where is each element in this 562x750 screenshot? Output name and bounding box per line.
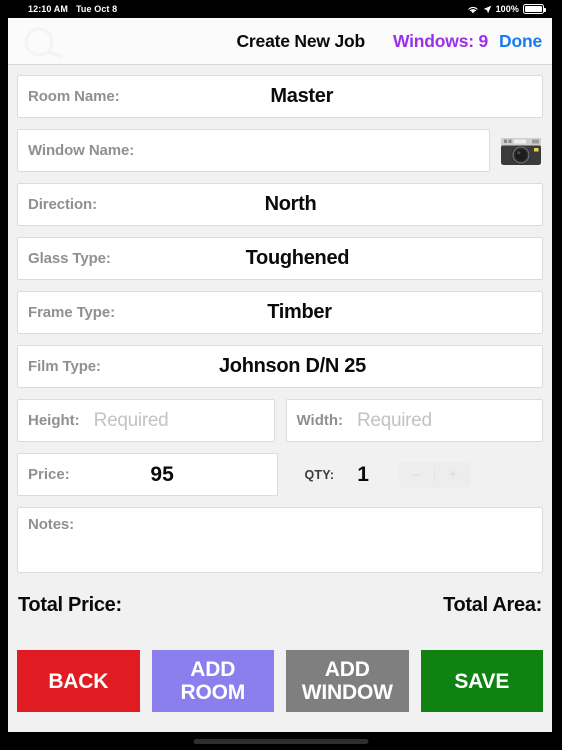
qty-label: QTY: <box>304 467 335 482</box>
status-bar-date: Tue Oct 8 <box>75 4 118 14</box>
film-type-value: Johnson D/N 25 <box>218 355 366 377</box>
width-field[interactable]: Width: Required <box>285 399 543 442</box>
status-bar-left: 12:10 AM Tue Oct 8 <box>28 4 117 14</box>
direction-value: North <box>264 193 317 215</box>
add-room-button-label-line1: ADD <box>190 658 236 681</box>
location-arrow-icon <box>483 5 492 14</box>
wifi-icon <box>467 5 479 14</box>
form-body: Room Name: Master Window Name: Direction… <box>8 65 552 624</box>
room-name-value: Master <box>270 85 334 107</box>
add-window-button[interactable]: ADD WINDOW <box>286 650 409 712</box>
qty-stepper[interactable]: – + <box>398 461 471 488</box>
price-field[interactable]: Price: 95 <box>17 453 278 496</box>
notes-label: Notes: <box>28 516 75 533</box>
room-name-field[interactable]: Room Name: Master <box>17 75 543 118</box>
add-window-button-label-line1: ADD <box>324 658 370 681</box>
window-name-label: Window Name: <box>28 142 135 159</box>
width-input[interactable]: Required <box>357 410 432 432</box>
total-area-label: Total Area: <box>443 593 542 616</box>
add-room-button-label-line2: ROOM <box>180 681 246 704</box>
app-logo-watermark-icon <box>22 25 74 59</box>
add-window-button-label-line2: WINDOW <box>301 681 393 704</box>
width-label: Width: <box>296 412 344 429</box>
window-name-row: Window Name: <box>17 129 543 172</box>
dimensions-row: Height: Required Width: Required <box>17 399 543 442</box>
done-button[interactable]: Done <box>499 31 542 52</box>
direction-label: Direction: <box>28 196 98 213</box>
qty-value: 1 <box>357 462 369 486</box>
camera-icon <box>501 137 541 165</box>
qty-block: QTY: 1 – + <box>289 453 544 496</box>
add-room-button[interactable]: ADD ROOM <box>151 650 274 712</box>
window-name-field[interactable]: Window Name: <box>17 129 490 172</box>
ipad-device-frame: 12:10 AM Tue Oct 8 100% Create New Job W… <box>0 0 562 750</box>
glass-type-label: Glass Type: <box>28 250 111 267</box>
film-type-label: Film Type: <box>28 358 101 375</box>
total-price-label: Total Price: <box>18 593 122 616</box>
app-screen: Create New Job Windows: 9 Done Room Name… <box>8 18 552 732</box>
status-bar: 12:10 AM Tue Oct 8 100% <box>0 0 562 18</box>
status-bar-right: 100% <box>467 4 546 14</box>
save-button-label: SAVE <box>454 669 510 693</box>
price-qty-row: Price: 95 QTY: 1 – + <box>17 453 543 496</box>
frame-type-label: Frame Type: <box>28 304 115 321</box>
direction-field[interactable]: Direction: North <box>17 183 543 226</box>
status-bar-time: 12:10 AM <box>28 4 68 14</box>
price-value: 95 <box>150 462 174 486</box>
height-input[interactable]: Required <box>94 410 169 432</box>
frame-type-field[interactable]: Frame Type: Timber <box>17 291 543 334</box>
notes-field[interactable]: Notes: <box>17 507 543 573</box>
film-type-field[interactable]: Film Type: Johnson D/N 25 <box>17 345 543 388</box>
home-indicator[interactable] <box>193 739 369 744</box>
action-button-row: BACK ADD ROOM ADD WINDOW SAVE <box>8 650 552 712</box>
qty-decrement-button[interactable]: – <box>399 462 435 488</box>
windows-count-label: Windows: 9 <box>392 30 489 51</box>
glass-type-field[interactable]: Glass Type: Toughened <box>17 237 543 280</box>
save-button[interactable]: SAVE <box>420 650 543 712</box>
frame-type-value: Timber <box>267 301 332 323</box>
battery-percent-label: 100% <box>495 4 519 14</box>
totals-row: Total Price: Total Area: <box>17 582 543 624</box>
page-title: Create New Job <box>236 30 365 51</box>
back-button-label: BACK <box>48 669 109 693</box>
navigation-bar: Create New Job Windows: 9 Done <box>8 18 552 65</box>
camera-button[interactable] <box>499 131 543 171</box>
height-field[interactable]: Height: Required <box>17 399 275 442</box>
room-name-label: Room Name: <box>28 88 120 105</box>
price-label: Price: <box>28 466 70 483</box>
glass-type-value: Toughened <box>245 247 350 269</box>
back-button[interactable]: BACK <box>17 650 140 712</box>
battery-full-icon <box>523 4 546 14</box>
height-label: Height: <box>28 412 80 429</box>
qty-increment-button[interactable]: + <box>435 462 471 488</box>
